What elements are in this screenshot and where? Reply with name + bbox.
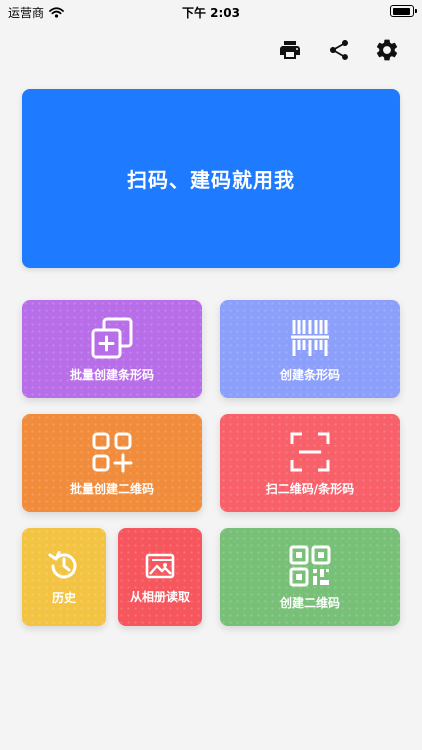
qrcode-icon [289, 545, 331, 586]
tile-label: 创建条形码 [279, 367, 340, 382]
share-button[interactable] [325, 36, 353, 64]
tile-label: 扫二维码/条形码 [265, 481, 355, 496]
album-tile[interactable]: 从相册读取 [118, 528, 202, 626]
battery-icon [390, 5, 417, 17]
scan-tile[interactable]: 扫二维码/条形码 [220, 414, 400, 512]
create-barcode-tile[interactable]: 创建条形码 [220, 300, 400, 398]
hero-title: 扫码、建码就用我 [127, 168, 295, 192]
tile-label: 创建二维码 [279, 595, 340, 610]
home-screen: 运营商 下午 2:03 扫码、建码就用我 批量创建条形码 创建条形码 批量创建二… [0, 0, 422, 750]
status-bar: 运营商 下午 2:03 [0, 0, 422, 24]
battery-level [392, 7, 410, 15]
scan-icon [290, 432, 330, 471]
album-icon [145, 553, 175, 578]
print-button[interactable] [276, 36, 304, 64]
create-qrcode-tile[interactable]: 创建二维码 [220, 528, 400, 626]
share-icon [330, 40, 348, 60]
status-time: 下午 2:03 [181, 6, 241, 20]
batch-create-barcode-tile[interactable]: 批量创建条形码 [22, 300, 202, 398]
barcode-icon [291, 319, 329, 356]
tile-label: 从相册读取 [129, 589, 190, 604]
settings-icon [376, 39, 398, 61]
history-tile[interactable]: 历史 [22, 528, 106, 626]
batch-qrcode-icon [92, 432, 133, 472]
tile-label: 历史 [51, 590, 76, 605]
tile-label: 批量创建条形码 [69, 367, 154, 382]
batch-barcode-icon [91, 317, 133, 358]
batch-create-qrcode-tile[interactable]: 批量创建二维码 [22, 414, 202, 512]
hero-banner[interactable]: 扫码、建码就用我 [22, 89, 400, 268]
settings-button[interactable] [373, 36, 401, 64]
tile-label: 批量创建二维码 [69, 481, 154, 496]
history-icon [48, 550, 77, 578]
print-icon [280, 41, 300, 59]
